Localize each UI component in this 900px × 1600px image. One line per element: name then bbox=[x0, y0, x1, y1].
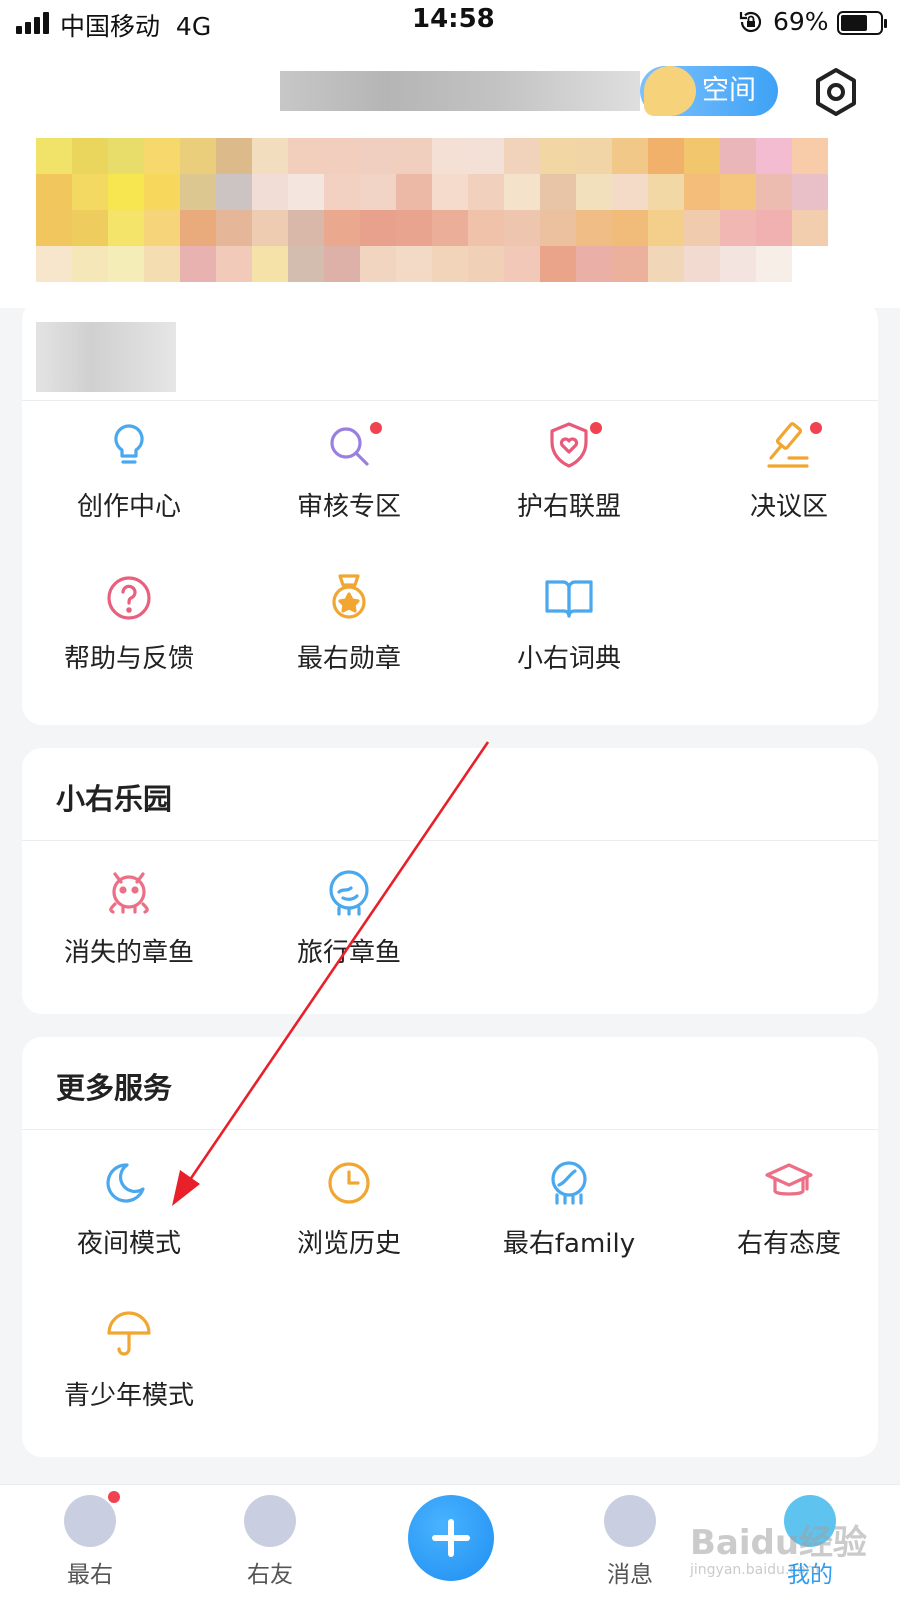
profile-page: 中国移动 4G 14:58 69% 空间 创作中心 审核专区 护右联盟 决议区帮助与反… bbox=[0, 0, 900, 1600]
medal-icon bbox=[242, 570, 456, 626]
grid-item-label: 夜间模式 bbox=[76, 1229, 181, 1259]
tab-friends[interactable]: 右友 bbox=[220, 1495, 320, 1589]
grid-item-label: 最右勋章 bbox=[296, 644, 401, 674]
banner-mosaic-row bbox=[36, 174, 900, 210]
grid-item-magnifier[interactable]: 审核专区 bbox=[242, 418, 456, 538]
magnifier-icon bbox=[242, 418, 456, 474]
settings-icon[interactable] bbox=[813, 67, 859, 117]
umbrella-icon bbox=[22, 1307, 236, 1363]
question-icon bbox=[22, 570, 236, 626]
planet-icon bbox=[244, 1495, 296, 1547]
grid-item-label: 右有态度 bbox=[736, 1229, 841, 1259]
grid-item-clock[interactable]: 浏览历史 bbox=[242, 1155, 456, 1275]
park-title: 小右乐园 bbox=[56, 782, 173, 816]
plus-icon bbox=[432, 1519, 470, 1557]
grid-item-gavel[interactable]: 决议区 bbox=[682, 418, 896, 538]
moon-icon bbox=[22, 1155, 236, 1211]
blurred-profile-banner bbox=[0, 138, 900, 308]
graduation-cap-icon bbox=[682, 1155, 896, 1211]
grid-item-label: 护右联盟 bbox=[516, 492, 621, 522]
grid-item-label: 决议区 bbox=[749, 492, 828, 522]
more-services-card: 更多服务 夜间模式 浏览历史 最右family 右有态度青少年模式 bbox=[22, 1037, 878, 1457]
tab-zuiyou[interactable]: 最右 bbox=[40, 1491, 140, 1589]
space-button-label: 空间 bbox=[702, 75, 756, 106]
grid-item-label: 帮助与反馈 bbox=[63, 644, 194, 674]
tab-messages[interactable]: 消息 bbox=[580, 1495, 680, 1589]
grid-item-family[interactable]: 最右family bbox=[462, 1155, 676, 1275]
grid-item-label: 青少年模式 bbox=[63, 1381, 194, 1411]
tab-label: 消息 bbox=[607, 1562, 653, 1588]
banner-mosaic-row bbox=[36, 246, 900, 282]
notification-dot bbox=[108, 1491, 120, 1503]
grid-item-book[interactable]: 小右词典 bbox=[462, 570, 676, 690]
tab-label: 右友 bbox=[247, 1562, 293, 1588]
message-ghost-icon bbox=[604, 1495, 656, 1547]
banner-mosaic-row bbox=[36, 210, 900, 246]
grid-item-label: 浏览历史 bbox=[296, 1229, 401, 1259]
space-button[interactable]: 空间 bbox=[640, 66, 778, 116]
park-card: 小右乐园 消失的章鱼 旅行章鱼 bbox=[22, 748, 878, 1014]
zuiyou-mascot-icon bbox=[64, 1491, 120, 1547]
clock: 14:58 bbox=[412, 4, 495, 34]
profile-header: 空间 bbox=[0, 46, 900, 138]
profile-card: 创作中心 审核专区 护右联盟 决议区帮助与反馈 最右勋章 小右词典 bbox=[22, 300, 878, 725]
grid-item-octopus[interactable]: 消失的章鱼 bbox=[22, 864, 236, 984]
watermark-text: Baidu经验 bbox=[690, 1523, 868, 1563]
family-icon bbox=[462, 1155, 676, 1211]
notification-dot bbox=[590, 422, 602, 434]
grid-item-label: 最右family bbox=[502, 1229, 636, 1259]
banner-mosaic-row bbox=[36, 138, 900, 174]
notification-dot bbox=[810, 422, 822, 434]
space-mascot-icon bbox=[644, 66, 696, 116]
grid-item-lightbulb[interactable]: 创作中心 bbox=[22, 418, 236, 538]
grid-item-label: 旅行章鱼 bbox=[296, 938, 401, 968]
grid-item-label: 消失的章鱼 bbox=[63, 938, 194, 968]
grid-item-shield-heart[interactable]: 护右联盟 bbox=[462, 418, 676, 538]
divider bbox=[22, 400, 878, 401]
travel-octopus-icon bbox=[242, 864, 456, 920]
grid-item-label: 小右词典 bbox=[516, 644, 621, 674]
battery-icon bbox=[837, 11, 887, 35]
blurred-user-info bbox=[36, 322, 176, 392]
grid-item-travel-octopus[interactable]: 旅行章鱼 bbox=[242, 864, 456, 984]
octopus-icon bbox=[22, 864, 236, 920]
baidu-watermark: Baidu经验 jingyan.baidu.com bbox=[690, 1515, 867, 1578]
grid-item-label: 创作中心 bbox=[76, 492, 181, 522]
carrier-label: 中国移动 4G bbox=[60, 12, 212, 41]
grid-item-label: 审核专区 bbox=[296, 492, 401, 522]
divider bbox=[22, 1129, 878, 1130]
grid-item-graduation-cap[interactable]: 右有态度 bbox=[682, 1155, 896, 1275]
notification-dot bbox=[370, 422, 382, 434]
gavel-icon bbox=[682, 418, 896, 474]
clock-icon bbox=[242, 1155, 456, 1211]
status-bar: 中国移动 4G 14:58 69% bbox=[0, 0, 900, 46]
divider bbox=[22, 840, 878, 841]
watermark-url: jingyan.baidu.com bbox=[690, 1562, 820, 1578]
lightbulb-icon bbox=[22, 418, 236, 474]
signal-icon bbox=[16, 12, 52, 34]
battery-percent: 69% bbox=[773, 7, 829, 36]
tab-label: 最右 bbox=[67, 1562, 113, 1588]
grid-item-umbrella[interactable]: 青少年模式 bbox=[22, 1307, 236, 1427]
publish-plus-button[interactable] bbox=[408, 1495, 494, 1581]
grid-item-question[interactable]: 帮助与反馈 bbox=[22, 570, 236, 690]
rotation-lock-icon bbox=[739, 11, 762, 33]
book-icon bbox=[462, 570, 676, 626]
grid-item-moon[interactable]: 夜间模式 bbox=[22, 1155, 236, 1275]
blurred-username bbox=[280, 71, 640, 111]
shield-heart-icon bbox=[462, 418, 676, 474]
grid-item-medal[interactable]: 最右勋章 bbox=[242, 570, 456, 690]
more-services-title: 更多服务 bbox=[56, 1071, 173, 1105]
